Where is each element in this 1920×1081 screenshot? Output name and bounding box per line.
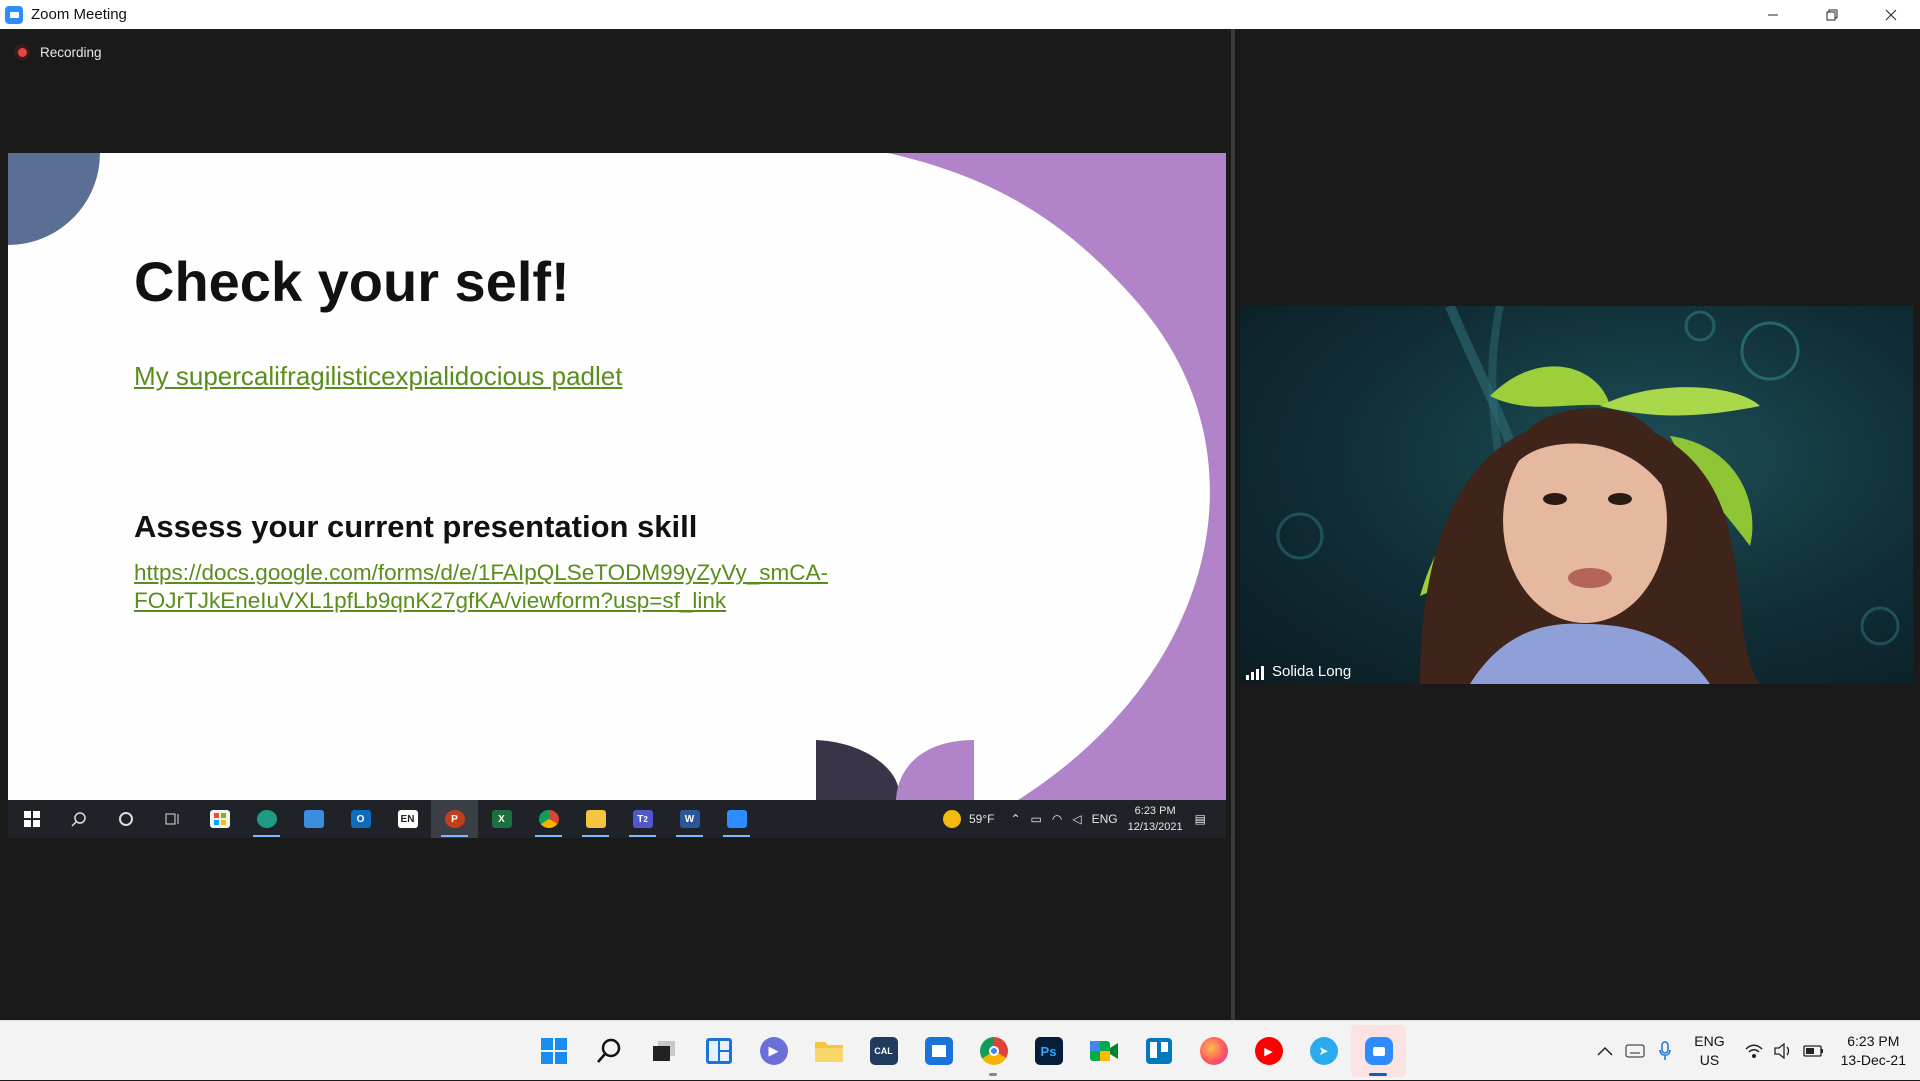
cortana-icon bbox=[102, 800, 149, 838]
slide-title: Check your self! bbox=[134, 250, 570, 313]
google-form-link[interactable]: https://docs.google.com/forms/d/e/1FAIpQ… bbox=[134, 559, 924, 615]
tray-chevron-icon: ⌃ bbox=[1010, 812, 1021, 826]
taskbar-clock[interactable]: 6:23 PM 13-Dec-21 bbox=[1841, 1032, 1906, 1070]
title-bar: Zoom Meeting bbox=[0, 0, 1920, 29]
notification-icon: ▤ bbox=[1194, 812, 1206, 826]
zoom-app-icon bbox=[5, 5, 23, 24]
wifi-icon[interactable] bbox=[1739, 1036, 1769, 1066]
teams-icon: T2 bbox=[619, 800, 666, 838]
slide-subtitle: Assess your current presentation skill bbox=[134, 509, 698, 544]
excel-icon: X bbox=[478, 800, 525, 838]
volume-icon: ◁ bbox=[1072, 812, 1082, 826]
padlet-link[interactable]: My supercalifragilisticexpialidocious pa… bbox=[134, 361, 622, 392]
volume-icon[interactable] bbox=[1769, 1036, 1799, 1066]
lang-bottom: US bbox=[1699, 1052, 1720, 1068]
microphone-icon[interactable] bbox=[1650, 1036, 1680, 1066]
close-button[interactable] bbox=[1861, 0, 1920, 29]
weather-sun-icon bbox=[942, 810, 961, 828]
word-icon: W bbox=[666, 800, 713, 838]
shared-windows-taskbar: O EN P X T2 W 59°F ⌃ ▭ ◠ ◁ ENG 6:23 PM 1… bbox=[8, 800, 1226, 838]
lang-top: ENG bbox=[1694, 1033, 1725, 1049]
telegram-icon[interactable]: ➤ bbox=[1296, 1025, 1351, 1077]
tray-chevron-icon[interactable] bbox=[1590, 1036, 1620, 1066]
youtube-music-icon[interactable]: ▶ bbox=[1241, 1025, 1296, 1077]
shared-screen-slide: Check your self! My supercalifragilistic… bbox=[8, 153, 1226, 800]
language-indicator[interactable]: ENG US bbox=[1694, 1032, 1724, 1070]
powerpoint-icon: P bbox=[431, 800, 478, 838]
windows-start-icon bbox=[8, 800, 55, 838]
system-tray: ENG US 6:23 PM 13-Dec-21 bbox=[1590, 1021, 1920, 1081]
signal-strength-icon bbox=[1246, 666, 1266, 680]
shared-time: 6:23 PM bbox=[1134, 805, 1176, 817]
recording-indicator[interactable]: Recording bbox=[14, 44, 102, 60]
edge-icon bbox=[243, 800, 290, 838]
taskbar-apps: ▶ CAL Ps ▶ ➤ bbox=[526, 1021, 1406, 1081]
widgets-icon[interactable] bbox=[691, 1025, 746, 1077]
file-explorer-icon[interactable] bbox=[801, 1025, 856, 1077]
clock-date: 13-Dec-21 bbox=[1840, 1052, 1906, 1068]
search-icon bbox=[55, 800, 102, 838]
file-explorer-icon bbox=[572, 800, 619, 838]
zoom-icon[interactable] bbox=[1351, 1025, 1406, 1077]
battery-icon[interactable] bbox=[1799, 1036, 1829, 1066]
split-divider[interactable] bbox=[1231, 29, 1235, 1020]
mail-icon bbox=[290, 800, 337, 838]
chrome-icon[interactable] bbox=[966, 1025, 1021, 1077]
participant-name-tag: Solida Long bbox=[1246, 663, 1351, 680]
firefox-icon[interactable] bbox=[1186, 1025, 1241, 1077]
windows-taskbar: ▶ CAL Ps ▶ ➤ ENG US 6:23 PM 13-Dec-21 bbox=[0, 1020, 1920, 1080]
outlook-calendar-icon[interactable] bbox=[911, 1025, 966, 1077]
video-background bbox=[1276, 306, 1900, 684]
window-controls bbox=[1743, 0, 1920, 29]
store-icon bbox=[196, 800, 243, 838]
trello-icon[interactable] bbox=[1131, 1025, 1186, 1077]
record-icon bbox=[14, 44, 30, 60]
google-meet-icon[interactable] bbox=[1076, 1025, 1131, 1077]
shared-clock: 6:23 PM 12/13/2021 bbox=[1128, 803, 1183, 835]
restore-icon bbox=[1826, 9, 1837, 20]
close-icon bbox=[1885, 9, 1896, 20]
shared-date: 12/13/2021 bbox=[1127, 821, 1183, 833]
task-view-icon bbox=[149, 800, 196, 838]
task-view-icon[interactable] bbox=[636, 1025, 691, 1077]
zoom-icon bbox=[713, 800, 760, 838]
keyboard-icon[interactable] bbox=[1620, 1036, 1650, 1066]
window-title: Zoom Meeting bbox=[31, 6, 127, 23]
restore-button[interactable] bbox=[1802, 0, 1861, 29]
recording-label: Recording bbox=[40, 44, 102, 60]
outlook-icon: O bbox=[337, 800, 384, 838]
start-icon[interactable] bbox=[526, 1025, 581, 1077]
en-icon: EN bbox=[384, 800, 431, 838]
participant-name: Solida Long bbox=[1272, 663, 1352, 680]
chrome-icon bbox=[525, 800, 572, 838]
shared-tray: 59°F ⌃ ▭ ◠ ◁ ENG 6:23 PM 12/13/2021 ▤ bbox=[942, 800, 1226, 838]
clock-time: 6:23 PM bbox=[1847, 1033, 1900, 1049]
photoshop-icon[interactable]: Ps bbox=[1021, 1025, 1076, 1077]
chat-icon[interactable]: ▶ bbox=[746, 1025, 801, 1077]
weather-temp: 59°F bbox=[968, 812, 995, 826]
search-icon[interactable] bbox=[581, 1025, 636, 1077]
lang-indicator: ENG bbox=[1091, 812, 1118, 826]
minimize-icon bbox=[1767, 14, 1778, 15]
participant-video[interactable]: Solida Long bbox=[1240, 306, 1913, 684]
wifi-icon: ◠ bbox=[1051, 812, 1063, 826]
calendar-app-icon[interactable]: CAL bbox=[856, 1025, 911, 1077]
battery-icon: ▭ bbox=[1030, 812, 1042, 826]
minimize-button[interactable] bbox=[1743, 0, 1802, 29]
